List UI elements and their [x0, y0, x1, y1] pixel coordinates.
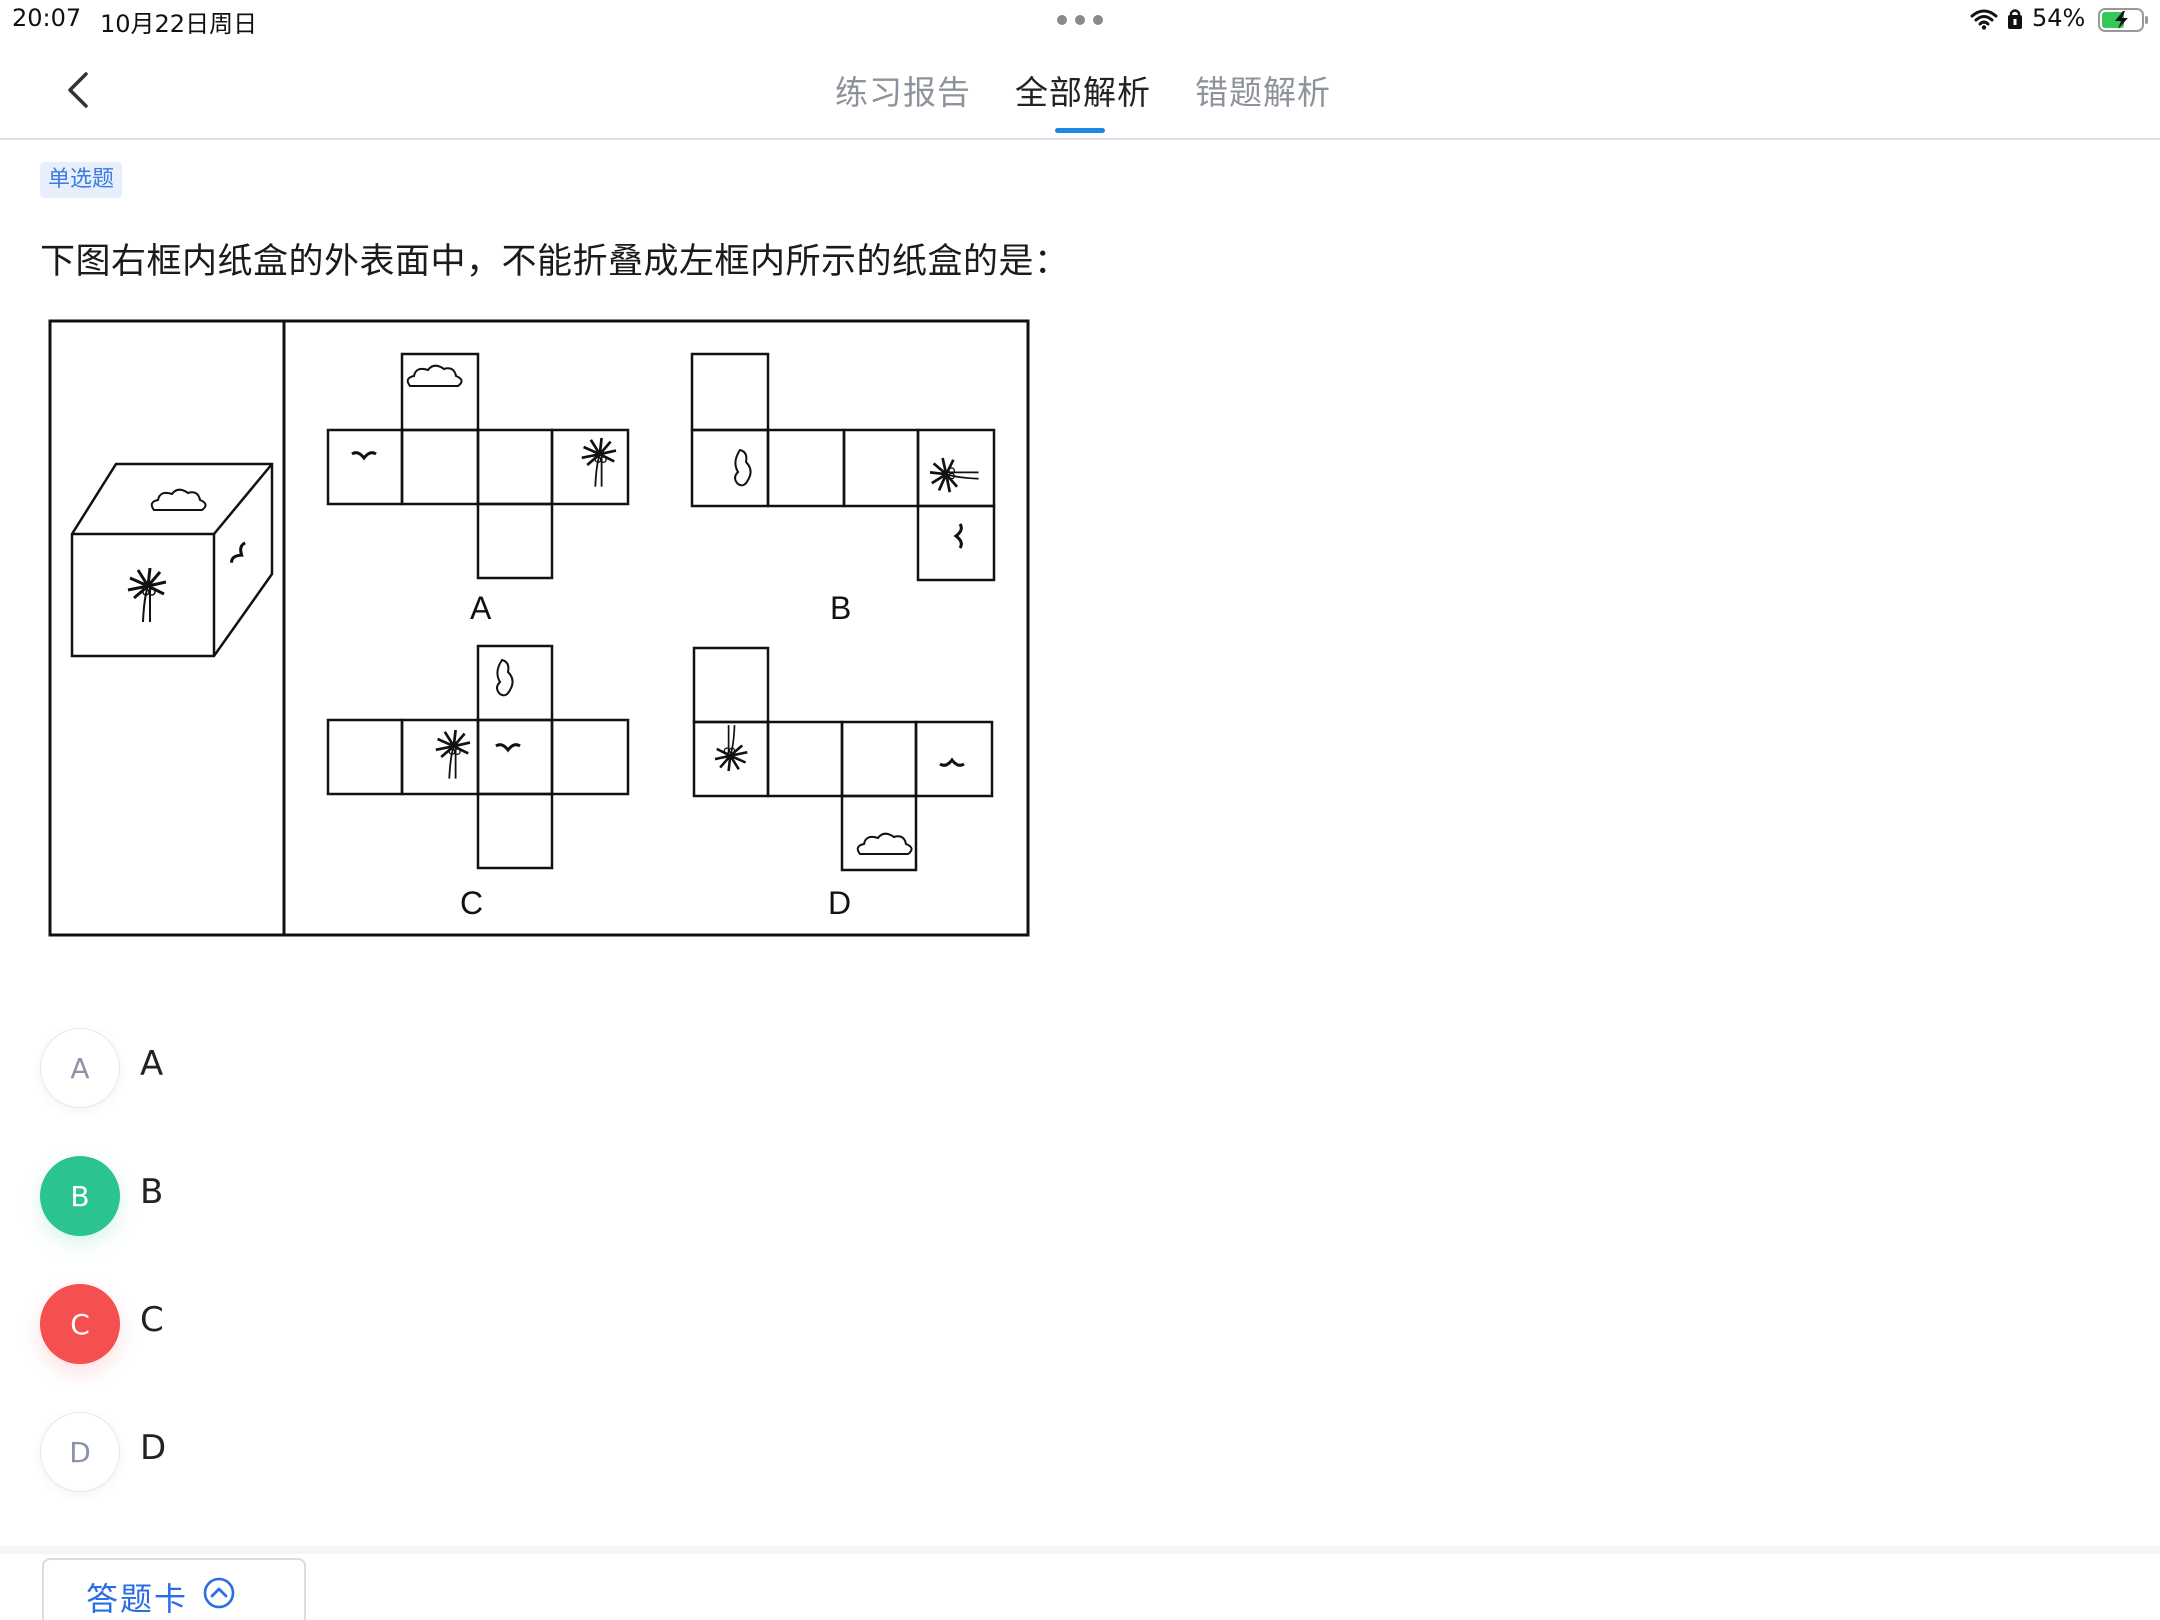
option-a-label: A [140, 1044, 164, 1084]
svg-text:B: B [830, 590, 851, 626]
option-b[interactable]: B B [40, 1156, 440, 1236]
option-b-label: B [140, 1172, 164, 1212]
option-a[interactable]: A A [40, 1028, 440, 1108]
wifi-icon [1970, 9, 1998, 30]
lock-icon [2008, 9, 2022, 29]
option-c[interactable]: C C [40, 1284, 440, 1364]
question-type-badge: 单选题 [40, 162, 123, 198]
svg-text:A: A [470, 590, 492, 626]
tab-all-analysis[interactable]: 全部解析 [1015, 66, 1151, 114]
active-tab-indicator [1055, 128, 1105, 133]
answer-card-label: 答题卡 [86, 1580, 189, 1618]
more-dots-icon[interactable] [1057, 15, 1103, 25]
option-c-label: C [140, 1300, 164, 1340]
question-text: 下图右框内纸盒的外表面中，不能折叠成左框内所示的纸盒的是： [40, 242, 1070, 282]
option-d-circle[interactable]: D [40, 1412, 120, 1492]
option-b-circle[interactable]: B [40, 1156, 120, 1236]
option-d-label: D [140, 1428, 167, 1468]
battery-icon [2098, 8, 2148, 32]
question-figure: A B C D [48, 319, 1030, 937]
option-d[interactable]: D D [40, 1412, 440, 1492]
svg-text:C: C [460, 885, 483, 921]
status-time: 20:07 [12, 4, 82, 32]
status-date: 10月22日周日 [100, 10, 258, 38]
chevron-up-icon [203, 1577, 235, 1609]
battery-percent: 54% [2032, 4, 2086, 32]
tab-practice-report[interactable]: 练习报告 [835, 66, 971, 114]
bottom-divider [0, 1546, 2160, 1554]
tab-wrong-analysis[interactable]: 错题解析 [1195, 66, 1331, 114]
answer-card-button[interactable]: 答题卡 [42, 1558, 306, 1620]
option-c-circle[interactable]: C [40, 1284, 120, 1364]
status-bar: 20:07 10月22日周日 54% [0, 0, 2160, 40]
back-icon[interactable] [60, 68, 96, 112]
option-a-circle[interactable]: A [40, 1028, 120, 1108]
svg-text:D: D [828, 885, 851, 921]
top-navigation: 练习报告 全部解析 错题解析 [0, 40, 2160, 140]
